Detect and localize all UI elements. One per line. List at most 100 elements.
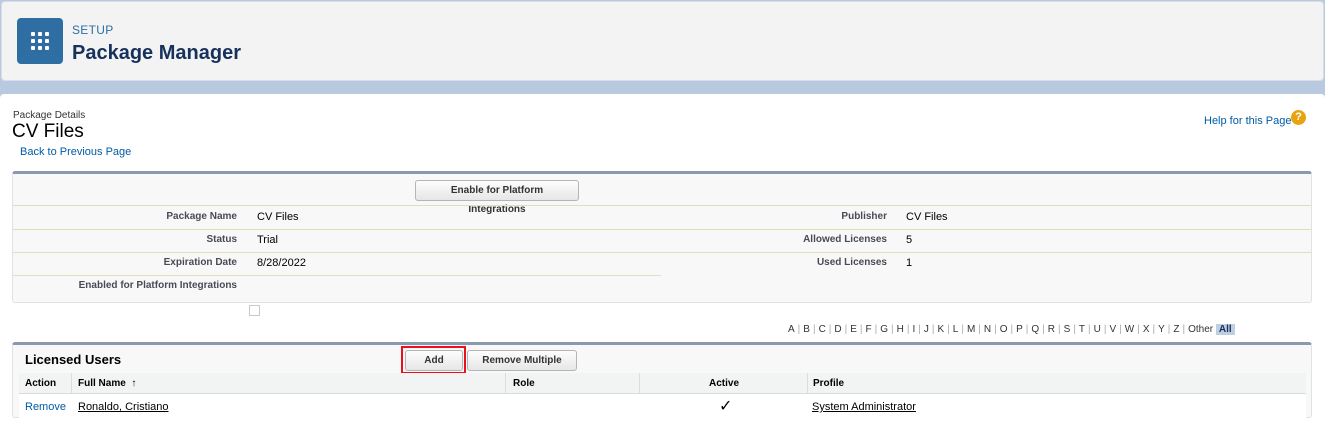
alpha-filter-q[interactable]: Q [1031, 324, 1039, 335]
section-title: Licensed Users [25, 352, 122, 367]
separator: | [844, 324, 848, 335]
alpha-filter-t[interactable]: T [1079, 324, 1085, 335]
divider [13, 275, 661, 276]
detail-value: CV Files [257, 211, 299, 223]
header-title: Package Manager [72, 42, 241, 64]
alpha-filter-h[interactable]: H [897, 324, 904, 335]
alpha-filter-k[interactable]: K [937, 324, 944, 335]
detail-value: 5 [906, 234, 913, 246]
separator: | [1088, 324, 1091, 335]
column-header-role[interactable]: Role [513, 378, 535, 389]
alpha-filter-p[interactable]: P [1016, 324, 1023, 335]
detail-row-allowed-licenses: Allowed Licenses 5 [663, 234, 1313, 257]
alpha-filter-j[interactable]: J [924, 324, 929, 335]
separator: | [994, 324, 997, 335]
user-full-name-link[interactable]: Ronaldo, Cristiano [78, 401, 169, 413]
detail-value: 8/28/2022 [257, 257, 306, 269]
alpha-filter-n[interactable]: N [984, 324, 991, 335]
separator: | [1058, 324, 1061, 335]
alpha-filter-m[interactable]: M [967, 324, 975, 335]
remove-link[interactable]: Remove [25, 401, 66, 413]
alpha-filter-e[interactable]: E [850, 324, 857, 335]
alpha-filter-x[interactable]: X [1143, 324, 1150, 335]
divider [13, 205, 1311, 206]
alpha-filter-i[interactable]: I [912, 324, 915, 335]
alpha-filter-a[interactable]: A [788, 324, 795, 335]
detail-label: Used Licenses [816, 257, 887, 268]
back-link[interactable]: Back to Previous Page [20, 146, 131, 158]
breadcrumb: Package Details [13, 110, 86, 121]
separator: | [947, 324, 950, 335]
alpha-filter-b[interactable]: B [803, 324, 810, 335]
section-label: SETUP [72, 23, 114, 37]
separator: | [1010, 324, 1014, 335]
separator: | [891, 324, 894, 335]
alpha-filter-v[interactable]: V [1109, 324, 1116, 335]
detail-label: Expiration Date [163, 257, 237, 268]
detail-label: Enabled for Platform Integrations [78, 280, 237, 291]
alpha-filter-f[interactable]: F [866, 324, 872, 335]
alpha-filter-z[interactable]: Z [1173, 324, 1179, 335]
table-header: Action Full Name ↑ Role Active Profile [19, 373, 1306, 394]
detail-row-expiration-date: Expiration Date 8/28/2022 [13, 257, 663, 280]
alpha-filter: A | B | C | D | E | F | G | H | I | J | K | L | M | N | O | P | Q | R | S | T |… [788, 324, 1235, 335]
separator: | [918, 324, 921, 335]
separator: | [1137, 324, 1140, 335]
alpha-filter-o[interactable]: O [1000, 324, 1008, 335]
alpha-filter-s[interactable]: S [1064, 324, 1071, 335]
separator: | [1042, 324, 1045, 335]
remove-multiple-users-button[interactable]: Remove Multiple Users [467, 350, 577, 385]
licensed-users-block: Licensed Users Add Users Remove Multiple… [12, 342, 1312, 418]
separator: | [1152, 324, 1156, 335]
add-users-button[interactable]: Add Users [405, 350, 463, 385]
detail-row-status: Status Trial [13, 234, 663, 257]
alpha-filter-g[interactable]: G [880, 324, 888, 335]
alpha-filter-all[interactable]: All [1215, 324, 1235, 335]
column-header-full-name[interactable]: Full Name ↑ [78, 378, 136, 389]
package-detail-block: Enable for Platform Integrations Package… [12, 171, 1312, 303]
detail-value: CV Files [906, 211, 948, 223]
separator: | [1073, 324, 1076, 335]
detail-row-package-name: Package Name CV Files [13, 211, 663, 234]
app-grid-icon [17, 18, 63, 64]
detail-row-enabled-platform: Enabled for Platform Integrations [13, 280, 663, 303]
alpha-filter-c[interactable]: C [819, 324, 826, 335]
detail-row-used-licenses: Used Licenses 1 [663, 257, 1313, 280]
separator: | [797, 324, 801, 335]
separator: | [978, 324, 981, 335]
separator: | [931, 324, 935, 335]
main-content: Package Details CV Files Back to Previou… [0, 94, 1325, 432]
table-row: Remove Ronaldo, Cristiano ✓ System Admin… [19, 394, 1306, 418]
enable-platform-integrations-button[interactable]: Enable for Platform Integrations [415, 180, 579, 215]
column-header-active[interactable]: Active [709, 378, 739, 389]
profile-link[interactable]: System Administrator [812, 401, 916, 413]
column-header-action: Action [25, 378, 57, 389]
platform-integrations-checkbox [249, 305, 260, 316]
column-header-profile[interactable]: Profile [813, 378, 844, 389]
separator: | [859, 324, 863, 335]
alpha-filter-y[interactable]: Y [1158, 324, 1165, 335]
sort-asc-icon: ↑ [131, 378, 137, 389]
detail-row-publisher: Publisher CV Files [663, 211, 1313, 234]
help-link[interactable]: Help for this Page [1204, 115, 1291, 127]
alpha-filter-other[interactable]: Other [1188, 324, 1213, 335]
alpha-filter-l[interactable]: L [953, 324, 959, 335]
separator: | [906, 324, 910, 335]
separator: | [812, 324, 816, 335]
detail-label: Publisher [841, 211, 887, 222]
alpha-filter-r[interactable]: R [1048, 324, 1055, 335]
separator: | [828, 324, 832, 335]
detail-label: Package Name [166, 211, 237, 222]
help-icon[interactable]: ? [1291, 110, 1306, 125]
separator: | [874, 324, 878, 335]
alpha-filter-u[interactable]: U [1094, 324, 1101, 335]
alpha-filter-w[interactable]: W [1125, 324, 1134, 335]
separator: | [1103, 324, 1107, 335]
detail-value: 1 [906, 257, 913, 269]
separator: | [1182, 324, 1186, 335]
separator: | [961, 324, 964, 335]
detail-label: Allowed Licenses [803, 234, 887, 245]
active-checkmark-icon: ✓ [719, 398, 733, 415]
separator: | [1167, 324, 1171, 335]
alpha-filter-d[interactable]: D [834, 324, 841, 335]
